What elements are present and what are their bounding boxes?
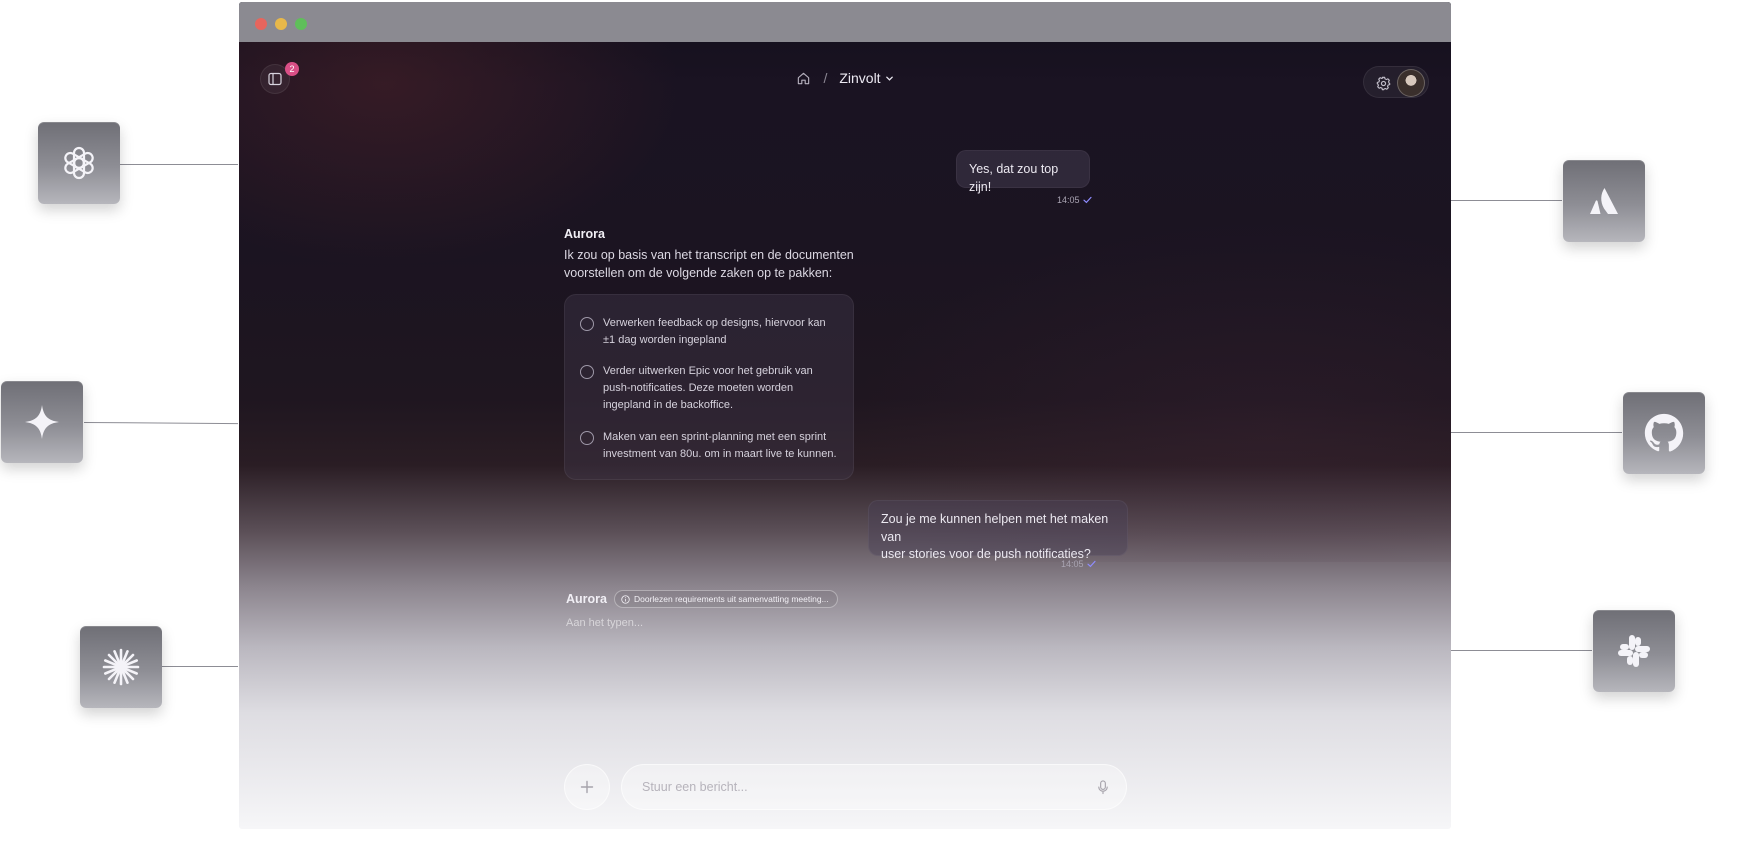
- workspace-name: Zinvolt: [839, 70, 881, 86]
- plus-icon: [580, 780, 594, 794]
- integration-tile-claude[interactable]: [80, 626, 162, 708]
- task-checkbox[interactable]: [580, 365, 594, 379]
- window-close-button[interactable]: [255, 18, 267, 30]
- integration-tile-atlassian[interactable]: [1563, 160, 1645, 242]
- microphone-icon: [1098, 779, 1108, 794]
- breadcrumb: / Zinvolt: [239, 70, 1451, 86]
- task-item[interactable]: Verder uitwerken Epic voor het gebruik v…: [580, 363, 842, 414]
- user-message-bubble: Zou je me kunnen helpen met het maken va…: [868, 500, 1128, 561]
- assistant-message-text: Ik zou op basis van het transcript en de…: [564, 248, 854, 280]
- task-checkbox[interactable]: [580, 317, 594, 331]
- settings-button[interactable]: [1374, 74, 1392, 92]
- window-maximize-button[interactable]: [295, 18, 307, 30]
- github-icon: [1644, 413, 1684, 452]
- read-check-icon: [1086, 560, 1096, 568]
- integration-tile-github[interactable]: [1623, 392, 1705, 474]
- assistant-status-text: Doorlezen requirements uit samenvatting …: [634, 594, 829, 604]
- atlassian-icon: [1590, 188, 1618, 214]
- connector-line-openai: [120, 164, 238, 165]
- app-window: 2 / Zinvolt Yes, dat zou top zijn! 14:05…: [239, 2, 1451, 829]
- user-avatar[interactable]: [1397, 69, 1425, 97]
- connector-line-atlassian: [1451, 200, 1562, 201]
- integration-tile-sparkle[interactable]: [1, 381, 83, 463]
- task-item[interactable]: Verwerken feedback op designs, hiervoor …: [580, 315, 842, 349]
- message-input[interactable]: [640, 765, 1060, 809]
- header-controls: [1363, 66, 1429, 98]
- task-suggestion-card: Verwerken feedback op designs, hiervoor …: [564, 294, 854, 480]
- gear-icon: [1376, 76, 1390, 90]
- assistant-name: Aurora: [566, 592, 607, 606]
- connector-line-sparkle: [83, 422, 238, 425]
- task-checkbox[interactable]: [580, 431, 594, 445]
- task-item[interactable]: Maken van een sprint-planning met een sp…: [580, 429, 842, 463]
- typing-indicator: Aan het typen...: [566, 617, 644, 629]
- breadcrumb-separator: /: [823, 70, 828, 86]
- workspace-selector[interactable]: Zinvolt: [839, 70, 893, 86]
- voice-input-button[interactable]: [1094, 778, 1112, 796]
- integration-tile-slack[interactable]: [1593, 610, 1675, 692]
- user-message-text: Zou je me kunnen helpen met het maken va…: [881, 512, 1109, 544]
- claude-starburst-icon: [102, 648, 140, 686]
- slack-icon: [1618, 635, 1650, 667]
- assistant-name: Aurora: [564, 227, 605, 241]
- add-attachment-button[interactable]: [564, 764, 610, 810]
- window-titlebar: [239, 2, 1451, 42]
- connector-line-slack: [1451, 650, 1592, 651]
- connector-line-claude: [162, 666, 238, 667]
- assistant-status-pill: Doorlezen requirements uit samenvatting …: [614, 590, 838, 608]
- user-message-text: Yes, dat zou top zijn!: [969, 162, 1059, 194]
- home-icon: [798, 72, 810, 84]
- read-check-icon: [1082, 196, 1092, 204]
- sparkle-icon: [25, 405, 59, 439]
- info-icon: [621, 594, 630, 604]
- home-link[interactable]: [796, 71, 811, 86]
- window-minimize-button[interactable]: [275, 18, 287, 30]
- message-timestamp: 14:05: [1057, 195, 1092, 205]
- message-composer: [621, 764, 1127, 810]
- chevron-down-icon: [885, 76, 893, 81]
- integration-tile-openai[interactable]: [38, 122, 120, 204]
- message-timestamp: 14:05: [1061, 559, 1096, 569]
- openai-icon: [64, 146, 94, 180]
- connector-line-github: [1451, 432, 1622, 433]
- user-message-bubble: Yes, dat zou top zijn!: [956, 150, 1090, 194]
